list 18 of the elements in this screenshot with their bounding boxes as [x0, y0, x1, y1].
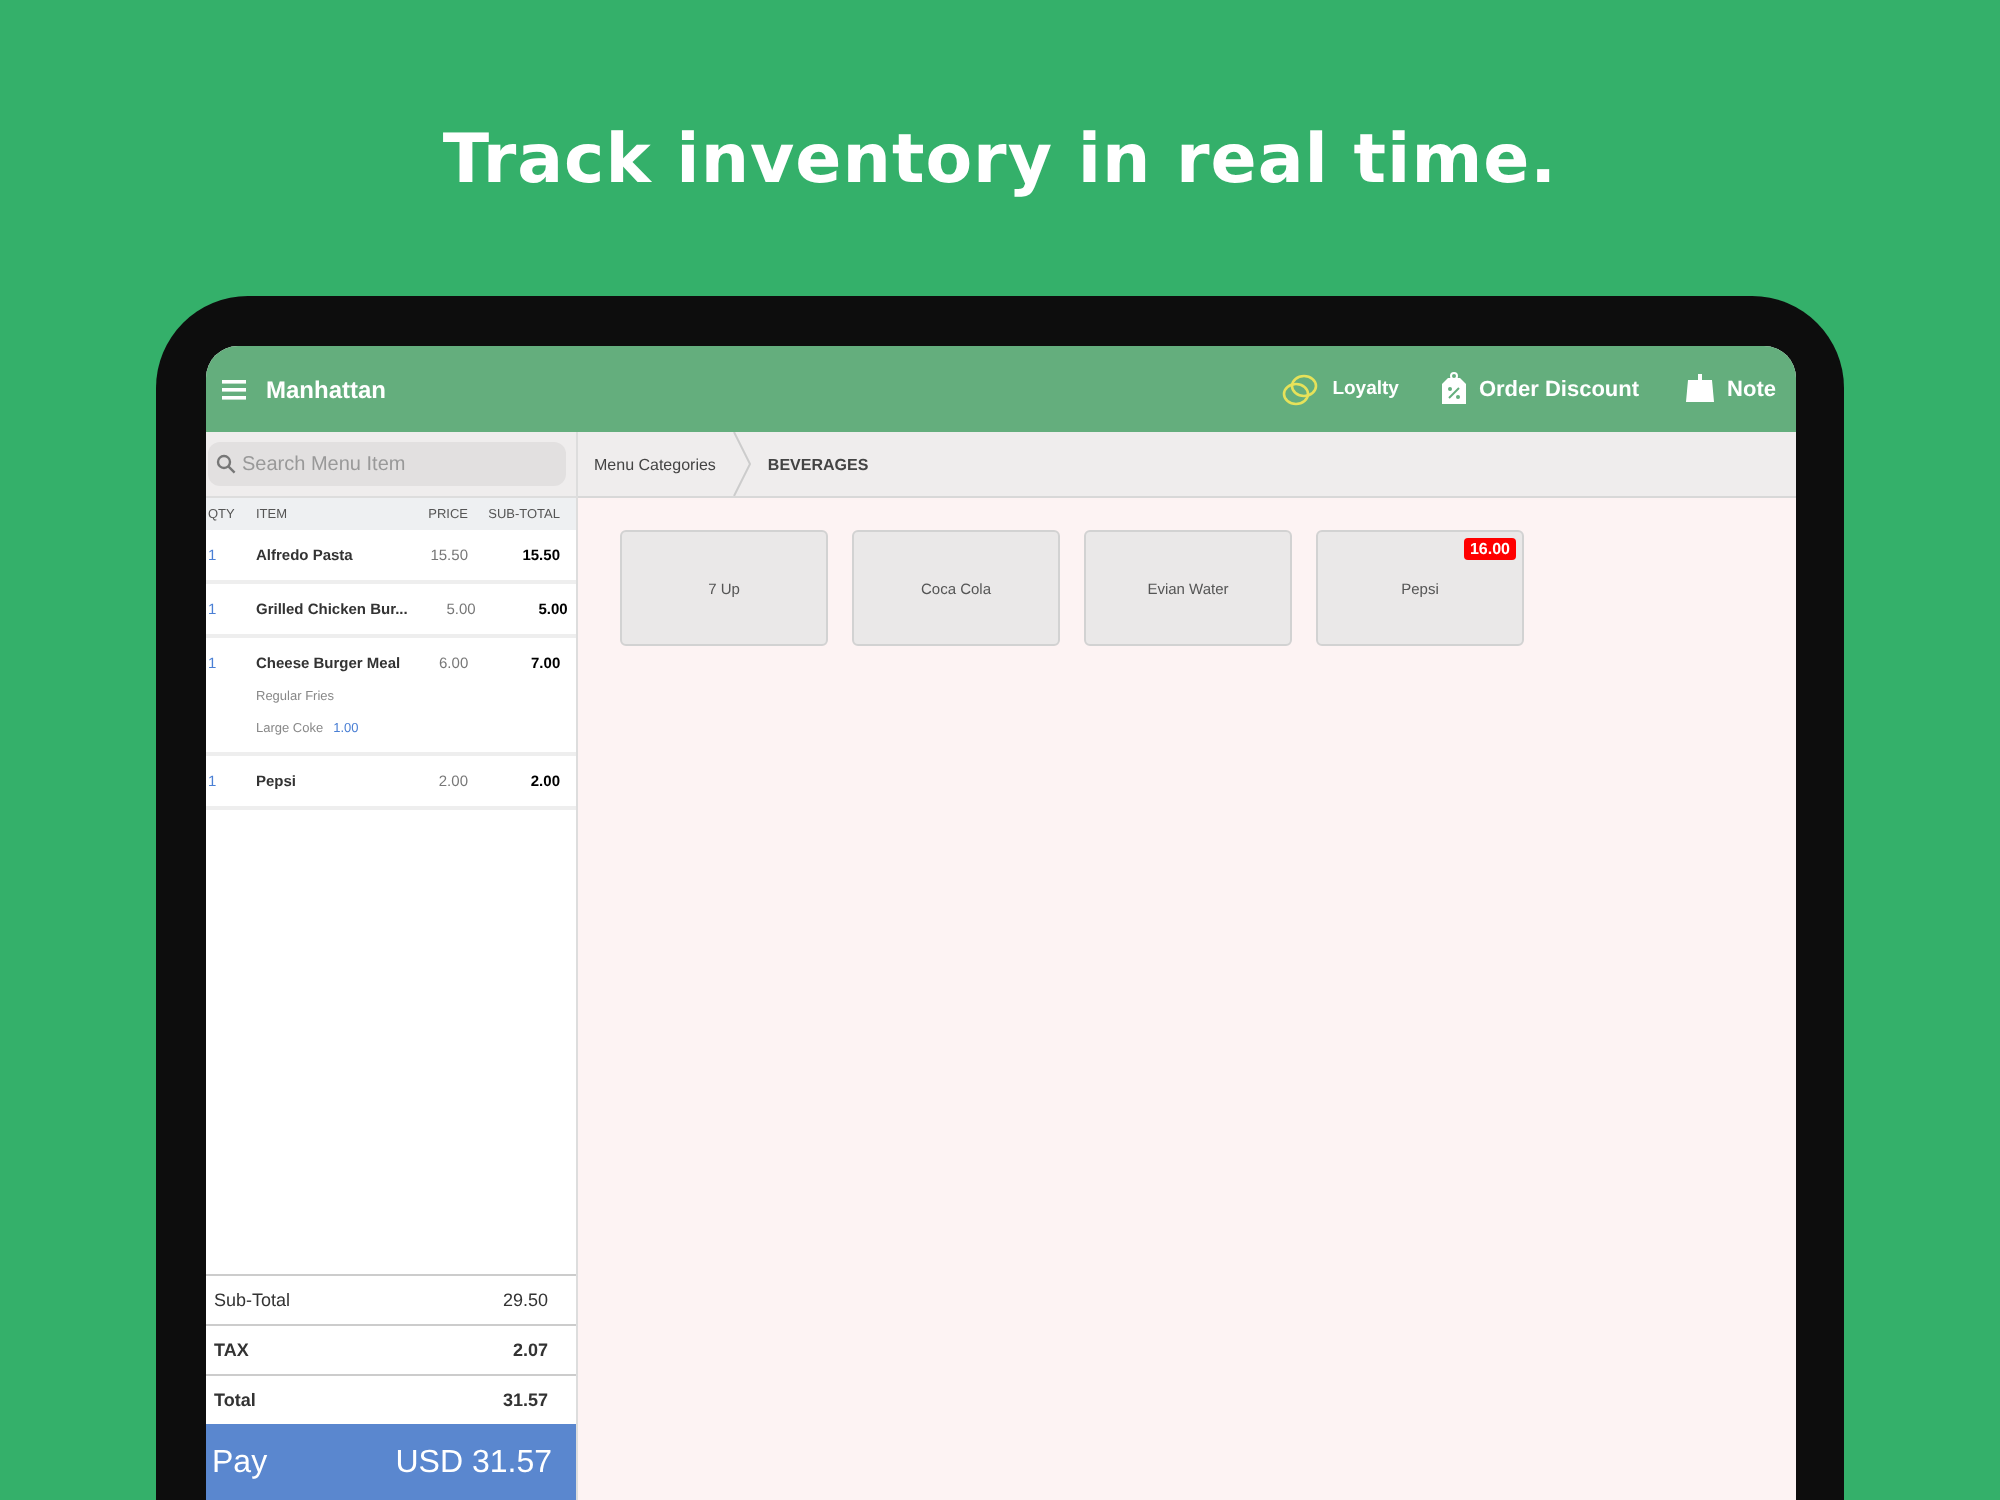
- note-icon: [1683, 374, 1716, 404]
- search-icon: [216, 454, 236, 474]
- price-tag-icon: [1442, 372, 1467, 406]
- breadcrumb-item[interactable]: BEVERAGES: [751, 432, 885, 496]
- coins-icon: [1280, 371, 1321, 407]
- menu-icon[interactable]: [222, 379, 246, 399]
- breadcrumb-item[interactable]: Menu Categories: [578, 432, 732, 496]
- headline: Track inventory in real time.: [442, 120, 1558, 204]
- search-field[interactable]: Search Menu Item: [208, 442, 566, 486]
- location-title: Manhattan: [266, 375, 386, 403]
- total-label: Total: [214, 1390, 256, 1410]
- pay-button[interactable]: Pay USD 31.57: [206, 1424, 576, 1500]
- price-badge: 16.00: [1463, 538, 1516, 560]
- total-value: 2.07: [512, 1340, 548, 1360]
- total-label: TAX: [214, 1340, 249, 1360]
- total-label: Sub-Total: [214, 1290, 291, 1310]
- total-value: 29.50: [502, 1290, 548, 1310]
- total-value: 31.57: [502, 1390, 548, 1410]
